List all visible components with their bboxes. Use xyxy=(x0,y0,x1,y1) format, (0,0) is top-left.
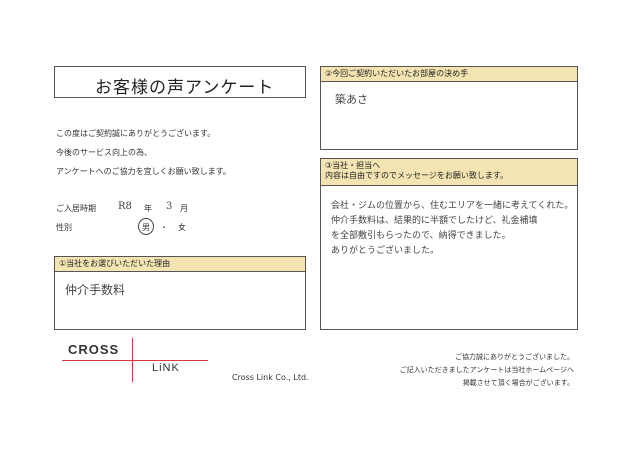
title-box: お客様の声アンケート xyxy=(54,66,306,98)
move-in-year-value: R8 xyxy=(118,201,132,212)
logo-horizontal-line xyxy=(62,360,208,361)
message-heading-line-2: 内容は自由ですのでメッセージをお願い致します。 xyxy=(325,171,509,180)
move-in-year-unit: 年 xyxy=(144,204,152,213)
message-box: ③当社・担当へ 内容は自由ですのでメッセージをお願い致します。 会社・ジムの位置… xyxy=(320,158,578,330)
company-logo: CROSS LiNK xyxy=(62,338,212,382)
company-name: Cross Link Co., Ltd. xyxy=(232,373,309,382)
deciding-factor-answer: 築あさ xyxy=(335,93,368,106)
reason-heading: ①当社をお選びいただいた理由 xyxy=(55,257,305,272)
gender-separator: ・ xyxy=(160,223,168,232)
reason-answer: 仲介手数料 xyxy=(65,283,126,297)
intro-line-1: この度はご契約誠にありがとうございます。 xyxy=(56,129,216,138)
move-in-month-unit: 月 xyxy=(180,204,188,213)
footer-line-3: 掲載させて頂く場合がございます。 xyxy=(462,379,574,387)
intro-line-3: アンケートへのご協力を宜しくお願い致します。 xyxy=(56,167,231,176)
logo-word-link: LiNK xyxy=(152,362,180,374)
message-answer-line: ありがとうございました。 xyxy=(331,246,440,256)
gender-label: 性別 xyxy=(56,223,72,232)
page-title: お客様の声アンケート xyxy=(95,78,275,98)
reason-box: ①当社をお選びいただいた理由 仲介手数料 xyxy=(54,256,306,330)
gender-selected-circle xyxy=(138,218,154,235)
message-heading-line-1: ③当社・担当へ xyxy=(325,161,381,170)
gender-female-option: 女 xyxy=(178,223,186,232)
message-answer-line: 会社・ジムの位置から、住むエリアを一緒に考えてくれた。 xyxy=(331,201,574,211)
survey-sheet: お客様の声アンケート この度はご契約誠にありがとうございます。 今後のサービス向… xyxy=(0,0,640,452)
footer-line-1: ご協力誠にありがとうございました。 xyxy=(455,353,574,361)
message-answer-line: 仲介手数料は、結果的に半額でしたけど、礼金補填 xyxy=(331,216,538,226)
intro-line-2: 今後のサービス向上の為、 xyxy=(56,148,152,157)
logo-word-cross: CROSS xyxy=(68,342,120,357)
deciding-factor-heading: ②今回ご契約いただいたお部屋の決め手 xyxy=(321,67,577,82)
message-answer-line: を全部敷引もらったので、納得できました。 xyxy=(331,231,511,241)
deciding-factor-box: ②今回ご契約いただいたお部屋の決め手 築あさ xyxy=(320,66,578,150)
message-answer: 会社・ジムの位置から、住むエリアを一緒に考えてくれた。 仲介手数料は、結果的に半… xyxy=(331,199,574,259)
move-in-label: ご入居時期 xyxy=(56,204,96,213)
move-in-month-value: 3 xyxy=(166,201,173,212)
footer-line-2: ご記入いただきましたアンケートは当社ホームページへ xyxy=(399,366,574,374)
message-heading: ③当社・担当へ 内容は自由ですのでメッセージをお願い致します。 xyxy=(321,159,577,186)
